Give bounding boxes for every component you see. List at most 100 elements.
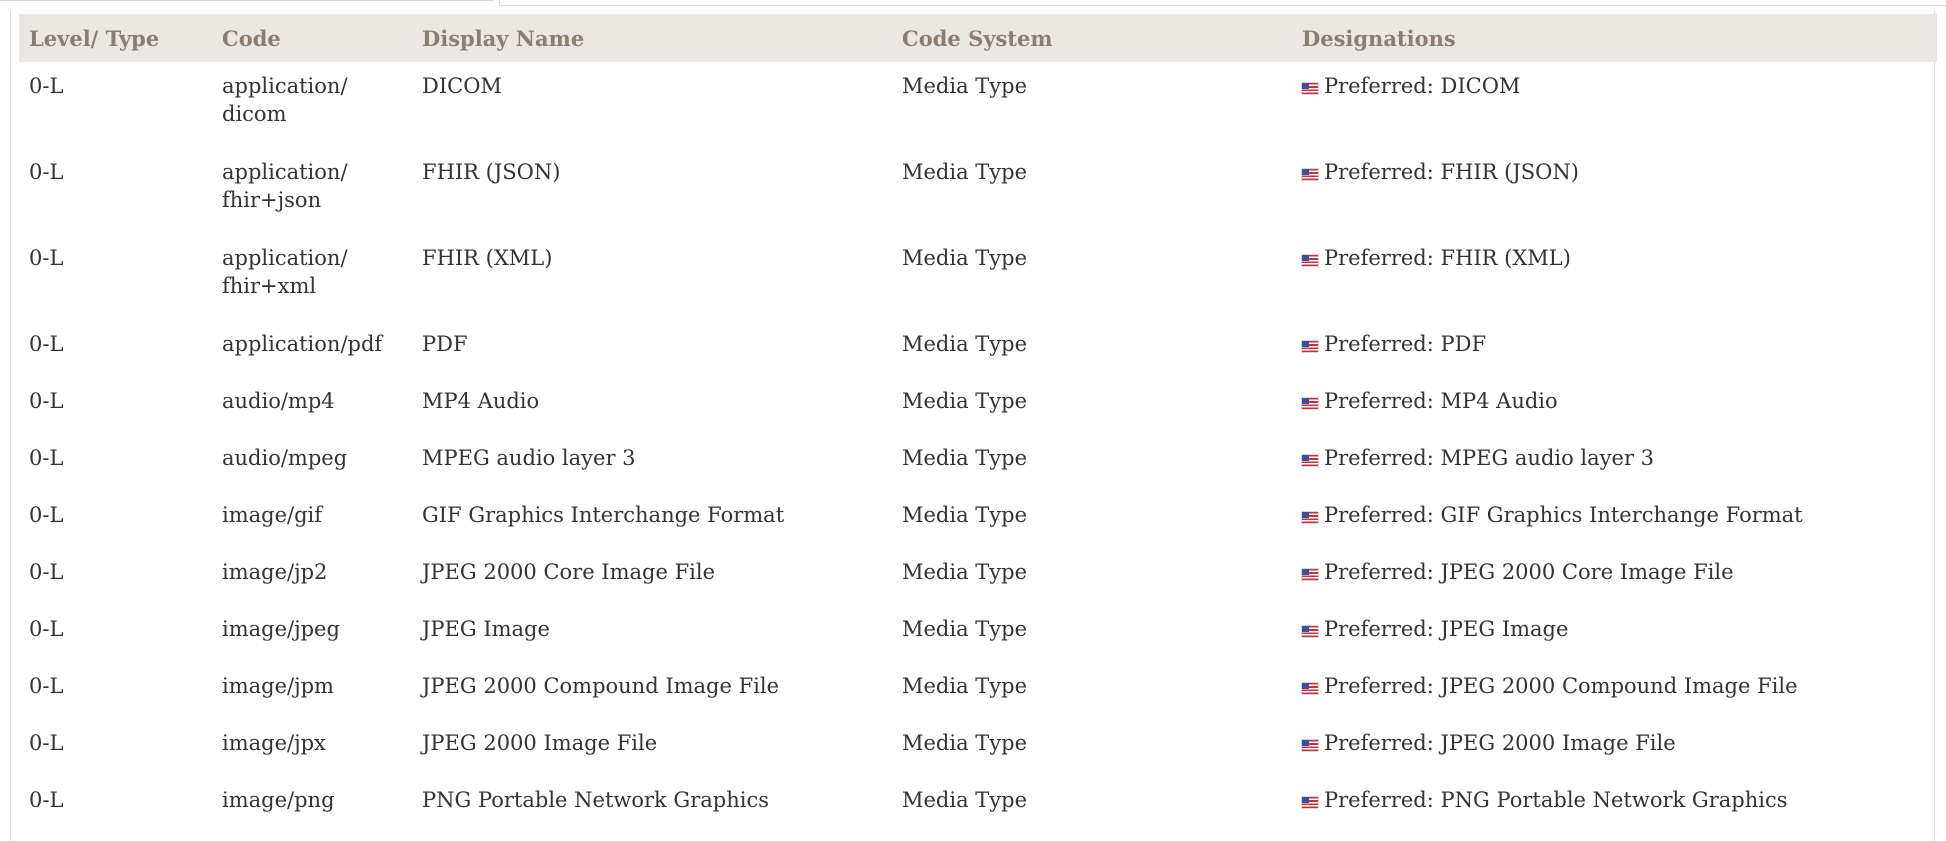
cell-designations: Preferred: DICOM — [1292, 62, 1937, 148]
cell-designations: Preferred: PNG Portable Network Graphics — [1292, 776, 1937, 833]
cell-level-type: 0-L — [29, 503, 64, 527]
table-row: 0-L image/jp2 JPEG 2000 Core Image File Med… — [19, 548, 1937, 605]
code-text: image/jpx — [222, 731, 326, 755]
cell-code: image/png — [212, 776, 412, 833]
us-flag-icon — [1302, 683, 1318, 694]
cell-designations: Preferred: GIF Graphics Interchange Form… — [1292, 491, 1937, 548]
code-text: audio/mpeg — [222, 446, 348, 470]
cell-level-type: 0-L — [29, 389, 64, 413]
table-row: 0-L image/jpx JPEG 2000 Image File Media Ty… — [19, 719, 1937, 776]
us-flag-icon — [1302, 512, 1318, 523]
cell-level-type: 0-L — [29, 560, 64, 584]
code-text: image/jpm — [222, 674, 334, 698]
table-row: 0-L application/dicom DICOM Media Type Prefe… — [19, 62, 1937, 148]
cell-level-type: 0-L — [29, 674, 64, 698]
code-text: image/jp2 — [222, 560, 328, 584]
cell-code: image/jpeg — [212, 605, 412, 662]
us-flag-icon — [1302, 255, 1318, 266]
cell-code-system: Media Type — [902, 503, 1028, 527]
designation-text: Preferred: PDF — [1324, 332, 1487, 356]
designation-text: Preferred: MPEG audio layer 3 — [1324, 446, 1655, 470]
cell-level-type: 0-L — [29, 617, 64, 641]
cell-designations: Preferred: FHIR (XML) — [1292, 234, 1937, 320]
cell-display-name: JPEG 2000 Image File — [422, 731, 658, 755]
cell-code: audio/mpeg — [212, 434, 412, 491]
cell-designations: Preferred: JPEG Image — [1292, 605, 1937, 662]
cell-designations: Preferred: JPEG 2000 Core Image File — [1292, 548, 1937, 605]
cell-code: application/pdf — [212, 320, 412, 377]
code-text: application/ — [222, 74, 348, 98]
us-flag-icon — [1302, 569, 1318, 580]
cell-level-type: 0-L — [29, 160, 64, 184]
us-flag-icon — [1302, 626, 1318, 637]
cell-code-system: Media Type — [902, 617, 1028, 641]
designation-text: Preferred: JPEG 2000 Image File — [1324, 731, 1676, 755]
cell-designations: Preferred: JPEG 2000 Compound Image File — [1292, 662, 1937, 719]
table-header-row: Level/ Type Code Display Name Code Syste… — [19, 14, 1937, 62]
cell-display-name: FHIR (XML) — [422, 246, 553, 270]
cell-level-type: 0-L — [29, 446, 64, 470]
designation-text: Preferred: JPEG 2000 Compound Image File — [1324, 674, 1798, 698]
code-text: application/pdf — [222, 332, 383, 356]
cell-display-name: FHIR (JSON) — [422, 160, 561, 184]
header-code: Code — [222, 25, 281, 51]
cell-designations: Preferred: PDF — [1292, 320, 1937, 377]
code-text-continued: fhir+json — [222, 188, 322, 212]
cell-code: image/gif — [212, 491, 412, 548]
cell-code-system: Media Type — [902, 446, 1028, 470]
cell-code-system: Media Type — [902, 788, 1028, 812]
cell-level-type: 0-L — [29, 731, 64, 755]
cell-code: image/jpm — [212, 662, 412, 719]
us-flag-icon — [1302, 169, 1318, 180]
table-row: 0-L audio/mp4 MP4 Audio Media Type Preferred… — [19, 377, 1937, 434]
designation-text: Preferred: MP4 Audio — [1324, 389, 1558, 413]
us-flag-icon — [1302, 341, 1318, 352]
header-designations: Designations — [1302, 25, 1456, 51]
cell-code-system: Media Type — [902, 674, 1028, 698]
cell-code-system: Media Type — [902, 389, 1028, 413]
cell-code-system: Media Type — [902, 560, 1028, 584]
table-row: 0-L application/fhir+xml FHIR (XML) Media T… — [19, 234, 1937, 320]
code-text-continued: fhir+xml — [222, 274, 317, 298]
table-row: 0-L image/jpm JPEG 2000 Compound Image Fil… — [19, 662, 1937, 719]
code-text: application/ — [222, 246, 348, 270]
header-display-name: Display Name — [422, 25, 585, 51]
tab-edge-right — [499, 5, 1946, 6]
designation-text: Preferred: FHIR (XML) — [1324, 246, 1571, 270]
designation-text: Preferred: PNG Portable Network Graphics — [1324, 788, 1788, 812]
code-text: application/ — [222, 160, 348, 184]
cell-code-system: Media Type — [902, 246, 1028, 270]
expansion-table: Level/ Type Code Display Name Code Syste… — [19, 14, 1937, 833]
code-text-continued: dicom — [222, 102, 287, 126]
cell-code: audio/mp4 — [212, 377, 412, 434]
cell-code: application/dicom — [212, 62, 412, 148]
cell-code: application/fhir+xml — [212, 234, 412, 320]
cell-code: image/jpx — [212, 719, 412, 776]
code-text: image/jpeg — [222, 617, 340, 641]
cell-display-name: GIF Graphics Interchange Format — [422, 503, 785, 527]
cell-designations: Preferred: FHIR (JSON) — [1292, 148, 1937, 234]
cell-display-name: PNG Portable Network Graphics — [422, 788, 769, 812]
table-row: 0-L image/gif GIF Graphics Interchange For… — [19, 491, 1937, 548]
cell-display-name: PDF — [422, 332, 468, 356]
table-row: 0-L application/pdf PDF Media Type Preferred… — [19, 320, 1937, 377]
us-flag-icon — [1302, 455, 1318, 466]
table-row: 0-L image/png PNG Portable Network Graphic… — [19, 776, 1937, 833]
code-text: image/png — [222, 788, 335, 812]
cell-designations: Preferred: MP4 Audio — [1292, 377, 1937, 434]
cell-level-type: 0-L — [29, 788, 64, 812]
cell-code-system: Media Type — [902, 160, 1028, 184]
us-flag-icon — [1302, 740, 1318, 751]
cell-display-name: DICOM — [422, 74, 502, 98]
table-row: 0-L application/fhir+json FHIR (JSON) Media… — [19, 148, 1937, 234]
cell-level-type: 0-L — [29, 332, 64, 356]
cell-display-name: JPEG 2000 Core Image File — [422, 560, 716, 584]
cell-display-name: JPEG Image — [422, 617, 550, 641]
designation-text: Preferred: JPEG 2000 Core Image File — [1324, 560, 1734, 584]
us-flag-icon — [1302, 398, 1318, 409]
cell-level-type: 0-L — [29, 246, 64, 270]
cell-display-name: MPEG audio layer 3 — [422, 446, 636, 470]
us-flag-icon — [1302, 797, 1318, 808]
designation-text: Preferred: DICOM — [1324, 74, 1521, 98]
tab-edge-left — [0, 0, 493, 1]
